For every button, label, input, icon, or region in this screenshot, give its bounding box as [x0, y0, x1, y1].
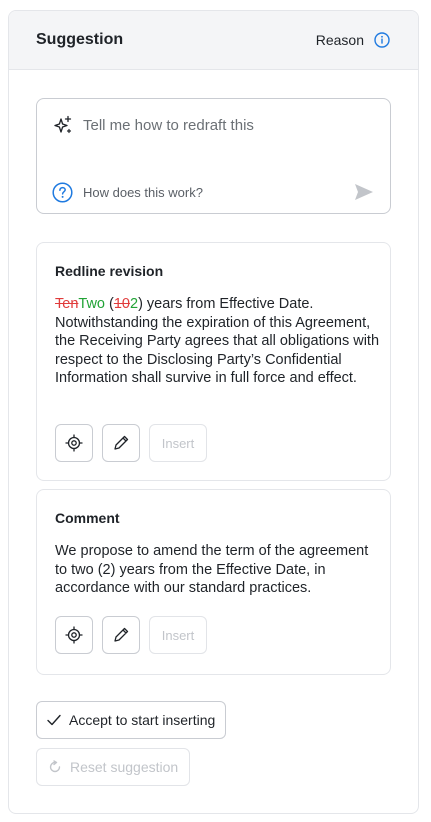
- check-icon: [47, 714, 61, 726]
- deleted-text: Ten: [55, 296, 79, 312]
- insert-button[interactable]: Insert: [149, 424, 207, 462]
- pencil-icon: [114, 627, 129, 642]
- panel-title: Suggestion: [36, 31, 124, 48]
- redraft-input[interactable]: [83, 113, 373, 137]
- comment-title: Comment: [55, 510, 120, 526]
- insert-button[interactable]: Insert: [149, 616, 207, 654]
- reset-suggestion-button[interactable]: Reset suggestion: [36, 748, 191, 786]
- inserted-text: Two: [78, 296, 105, 312]
- accept-label: Accept to start inserting: [69, 712, 216, 728]
- locate-button[interactable]: [55, 424, 93, 462]
- info-icon: [374, 32, 390, 48]
- sparkle-icon: [54, 115, 72, 134]
- suggestion-panel: Suggestion Reason How does this work?: [8, 10, 419, 814]
- reason-label: Reason: [315, 32, 364, 48]
- accept-button[interactable]: Accept to start inserting: [36, 701, 227, 739]
- comment-text: We propose to amend the term of the agre…: [55, 543, 369, 596]
- redraft-prompt-box: How does this work?: [36, 98, 391, 214]
- how-does-this-work-link[interactable]: How does this work?: [52, 182, 203, 203]
- redline-revision-card: Redline revision TenTwo (102) years from…: [36, 242, 391, 481]
- help-label: How does this work?: [83, 185, 203, 200]
- question-icon: [52, 182, 73, 203]
- reset-label: Reset suggestion: [70, 759, 179, 775]
- target-icon: [65, 434, 83, 452]
- edit-button[interactable]: [102, 424, 140, 462]
- redline-title: Redline revision: [55, 263, 164, 279]
- target-icon: [65, 626, 83, 644]
- edit-button[interactable]: [102, 616, 140, 654]
- inserted-number: 2: [129, 296, 139, 312]
- reason-button[interactable]: Reason: [316, 32, 390, 48]
- reset-icon: [49, 760, 61, 773]
- comment-toolbar: Insert: [55, 616, 207, 654]
- redline-text: TenTwo (102) years from Effective Date. …: [55, 295, 380, 388]
- send-icon[interactable]: [354, 183, 374, 201]
- pencil-icon: [114, 435, 129, 450]
- comment-card: Comment We propose to amend the term of …: [36, 489, 391, 675]
- redline-text-part: (: [104, 296, 114, 312]
- redline-toolbar: Insert: [55, 424, 207, 462]
- panel-header: Suggestion Reason: [9, 11, 418, 70]
- deleted-number: 10: [113, 296, 130, 312]
- locate-button[interactable]: [55, 616, 93, 654]
